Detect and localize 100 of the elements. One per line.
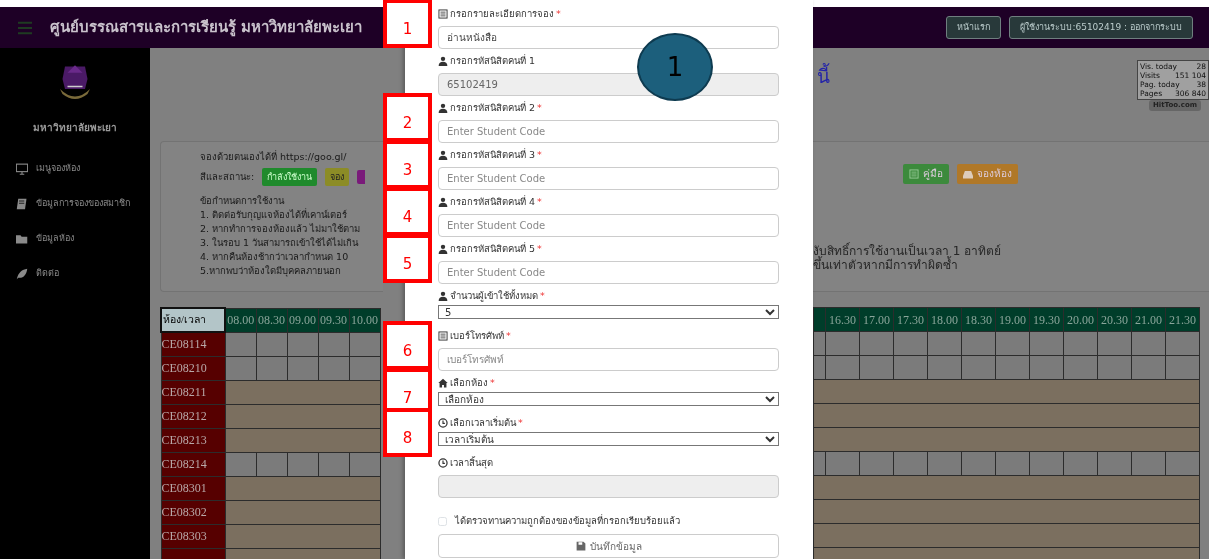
input-field[interactable]: Enter Student Code	[438, 167, 779, 190]
sidebar-item[interactable]: ข้อมูลการจองของสมาชิก	[0, 186, 150, 221]
required-mark: *	[490, 375, 495, 390]
checkbox[interactable]	[438, 516, 447, 526]
user-icon	[438, 197, 448, 207]
list-icon	[909, 169, 919, 179]
time-header: 09.30	[318, 308, 349, 332]
user-icon	[438, 291, 448, 301]
room-cell: CE08214	[161, 452, 225, 476]
input-field[interactable]: Enter Student Code	[438, 261, 779, 284]
time-header: 20.30	[1097, 307, 1132, 332]
folder-icon	[16, 232, 28, 245]
room-cell: CE08302	[161, 500, 225, 524]
rule-text: 3. ในรอบ 1 วันสามารถเข้าใช้ได้ไม่เกิน	[200, 236, 360, 250]
input-field[interactable]: Enter Student Code	[438, 214, 779, 237]
user-logout-button[interactable]: ผู้ใช้งานระบบ:65102419 : ออกจากระบบ	[1009, 15, 1193, 40]
booking-link-text: จองด้วยตนเองได้ที่ https://goo.gl/	[200, 150, 348, 164]
list-icon	[438, 9, 448, 19]
step-marker: 2	[383, 93, 432, 142]
time-header: 21.00	[1131, 307, 1166, 332]
field-label: กรอกรหัสนิสิตคนที่ 4	[450, 194, 536, 209]
home-icon	[438, 378, 448, 388]
input-field[interactable]: เบอร์โทรศัพท์	[438, 348, 779, 371]
time-header: 08.00	[225, 308, 256, 332]
required-mark: *	[537, 241, 542, 256]
sidebar-item[interactable]: ข้อมูลห้อง	[0, 221, 150, 256]
room-cell: CE08213	[161, 428, 225, 452]
time-header: 18.00	[927, 307, 962, 332]
time-header: 10.00	[349, 308, 380, 332]
time-header: 20.00	[1063, 307, 1098, 332]
field-label: เบอร์โทรศัพท์	[450, 328, 504, 343]
list-icon	[438, 331, 448, 341]
rule-text: 5.หากพบว่าห้องใดมีบุคคลภายนอก	[200, 264, 343, 278]
rule-text: 2. หากทำการจองห้องแล้ว ไม่มาใช้ตาม	[200, 222, 362, 236]
step-marker: 6	[383, 321, 432, 370]
field-label: เวลาสิ้นสุด	[450, 455, 493, 471]
room-cell: CE08301	[161, 476, 225, 500]
sidebar-item[interactable]: ติดต่อ	[0, 256, 150, 291]
room-cell: CE08303	[161, 524, 225, 548]
field-label: กรอกรหัสนิสิตคนที่ 5	[450, 241, 536, 256]
time-header: 19.00	[995, 307, 1030, 332]
site-title: ศูนย์บรรณสารและการเรียนรู้ มหาวิทยาลัยพะเยา	[50, 17, 363, 39]
required-mark: *	[537, 100, 542, 115]
step-marker: 4	[383, 187, 432, 236]
user-icon	[438, 150, 448, 160]
required-mark: *	[506, 328, 511, 343]
rule-text: 1. ติดต่อรับกุญแจห้องได้ที่เคาน์เตอร์	[200, 208, 349, 222]
home-button[interactable]: หน้าแรก	[946, 15, 1002, 40]
rule-text: ขึ้นเท่าตัวหากมีการทำผิดซ้ำ	[813, 258, 959, 272]
room-cell: CE08211	[161, 380, 225, 404]
time-header: 18.30	[961, 307, 996, 332]
field-label: จำนวนผู้เข้าใช้ทั้งหมด	[450, 288, 538, 304]
input-field[interactable]: Enter Student Code	[438, 120, 779, 143]
monitor-icon	[16, 162, 28, 175]
required-mark: *	[518, 415, 523, 430]
dropdown-field[interactable]: เวลาเริ่มต้น	[438, 432, 779, 446]
status-badge: จอง	[325, 168, 350, 186]
room-cell: CE08212	[161, 404, 225, 428]
table-header: ห้อง/เวลา	[161, 308, 225, 332]
tray-icon	[963, 169, 973, 179]
required-mark: *	[556, 6, 561, 21]
page-heading: นี้	[817, 62, 830, 89]
organization-name: มหาวิทยาลัยพะเยา	[32, 121, 118, 135]
time-slot-cell[interactable]	[813, 451, 826, 476]
book-icon	[16, 197, 28, 210]
user-icon	[438, 103, 448, 113]
field-label: กรอกรหัสนิสิตคนที่ 3	[450, 147, 536, 162]
room-cell: CE08114	[161, 332, 225, 356]
time-slot-cell[interactable]	[813, 331, 826, 356]
status-badge: กำลังใช้งาน	[262, 168, 318, 186]
dropdown-field[interactable]: เลือกห้อง	[438, 392, 779, 406]
rule-text: 4. หากคืนห้องช้ากว่าเวลากำหนด 10	[200, 250, 350, 264]
leaf-icon	[16, 267, 28, 280]
time-header: 08.30	[256, 308, 287, 332]
status-legend-label: สีและสถานะ:	[200, 170, 255, 184]
step-marker: 3	[383, 140, 432, 189]
field-label: กรอกรหัสนิสิตคนที่ 2	[450, 100, 536, 115]
field-label: กรอกรายละเอียดการจอง	[450, 6, 554, 21]
time-header: 17.00	[859, 307, 894, 332]
step-marker: 8	[383, 408, 432, 457]
input-field[interactable]: อ่านหนังสือ	[438, 26, 779, 49]
time-slot-cell[interactable]	[813, 355, 826, 380]
save-button[interactable]: บันทึกข้อมูล	[438, 534, 779, 559]
field-label: กรอกรหัสนิสิตคนที่ 1	[450, 53, 536, 68]
dropdown-field[interactable]: 5	[438, 305, 779, 319]
time-header: 16.30	[825, 307, 860, 332]
rules-title: ข้อกำหนดการใช้งาน	[200, 194, 286, 208]
step-marker: 5	[383, 234, 432, 283]
clock-icon	[438, 458, 448, 468]
room-cell: CE08210	[161, 356, 225, 380]
time-header: 19.30	[1029, 307, 1064, 332]
user-icon	[438, 244, 448, 254]
user-icon	[438, 56, 448, 66]
time-header: 09.00	[287, 308, 318, 332]
field-label: เลือกเวลาเริ่มต้น	[450, 415, 516, 430]
checkbox-label: ได้ตรวจทานความถูกต้องของข้อมูลที่กรอกเรียบร้อยแล้ว	[455, 514, 680, 529]
sidebar-item[interactable]: เมนูจองห้อง	[0, 151, 150, 186]
required-mark: *	[537, 147, 542, 162]
field-label: เลือกห้อง	[450, 375, 488, 390]
required-mark: *	[537, 194, 542, 209]
